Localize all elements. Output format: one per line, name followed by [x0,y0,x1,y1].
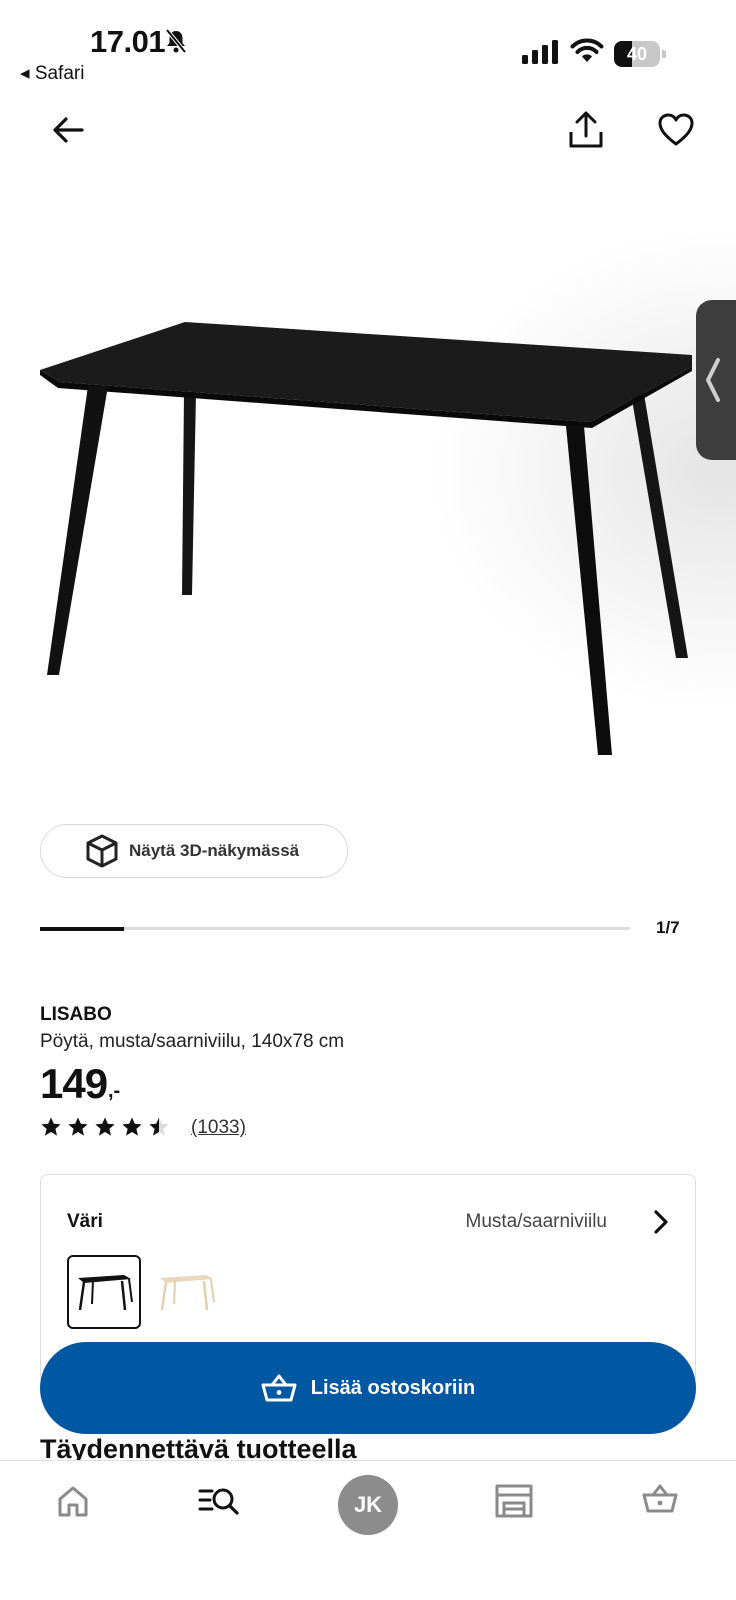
product-image[interactable] [0,170,736,800]
black-table-thumbnail [78,1275,133,1311]
heart-icon[interactable] [656,110,696,150]
battery-indicator: 40 [614,41,666,67]
add-to-cart-label: Lisää ostoskoriin [310,1376,476,1399]
basket-icon[interactable] [642,1483,678,1515]
reviews-link[interactable]: (1033) [191,1117,246,1139]
star-icon [95,1117,115,1136]
home-icon[interactable] [55,1483,91,1519]
store-icon[interactable] [494,1483,534,1519]
product-description: Pöytä, musta/saarniviilu, 140x78 cm [40,1031,345,1052]
product-price-suffix: ,- [108,1080,121,1102]
status-time: 17.01 [90,24,166,59]
ash-table-thumbnail [160,1275,215,1311]
color-label: Väri [67,1211,103,1232]
color-swatch-ash[interactable] [149,1255,223,1329]
battery-text: 40 [626,44,648,64]
star-icon [68,1117,88,1136]
cube-icon [86,834,118,868]
add-to-cart-button[interactable]: Lisää ostoskoriin [40,1342,696,1434]
gallery-progress [40,926,630,931]
product-price: 149 [40,1060,108,1107]
view-3d-label: Näytä 3D-näkymässä [129,841,300,860]
signal-icon [522,40,558,64]
star-icon [41,1117,61,1136]
gallery-counter: 1/7 [656,918,680,937]
bell-muted-icon [165,28,187,54]
gallery-progress-fill [40,926,125,931]
product-name: LISABO [40,1004,112,1025]
star-icon [149,1117,169,1136]
chevron-right-icon[interactable] [653,1209,669,1235]
wifi-icon [570,38,604,62]
arrow-left-icon[interactable] [48,110,88,150]
search-icon[interactable] [198,1483,242,1519]
star-icon [122,1117,142,1136]
basket-icon [261,1374,297,1402]
share-icon[interactable] [566,108,606,152]
bottom-tab-bar: JK [0,1460,736,1600]
color-swatch-black[interactable] [67,1255,141,1329]
view-3d-button[interactable]: Näytä 3D-näkymässä [40,824,348,878]
table-image [40,322,692,755]
side-panel-tab[interactable] [696,300,736,460]
safari-back-link[interactable]: ◂ Safari [20,62,84,85]
color-selected-value: Musta/saarniviilu [465,1211,608,1232]
avatar[interactable]: JK [338,1475,398,1535]
rating-stars[interactable] [40,1116,170,1138]
chevron-left-icon [706,358,720,402]
